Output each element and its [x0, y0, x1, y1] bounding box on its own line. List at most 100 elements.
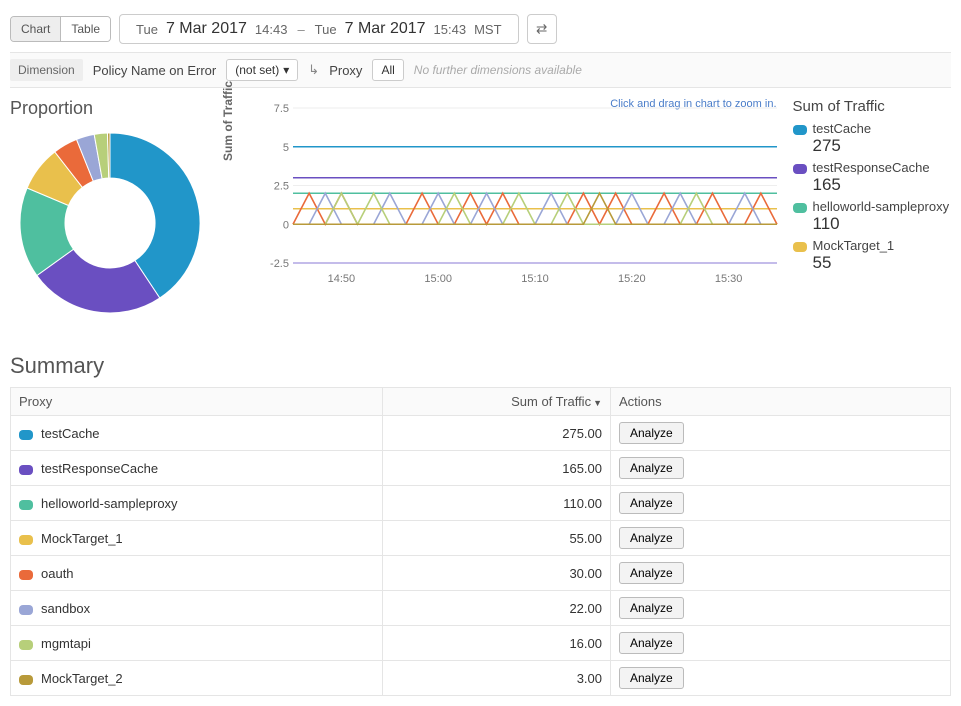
breadcrumb-proxy: Proxy	[329, 63, 362, 78]
x-tick: 14:50	[327, 273, 355, 285]
summary-table: Proxy Sum of Traffic▼ Actions testCache 2…	[10, 387, 951, 696]
table-row: testResponseCache 165.00 Analyze	[11, 451, 951, 486]
dimension-name: Policy Name on Error	[93, 63, 217, 78]
legend-value: 55	[813, 253, 951, 273]
from-time: 14:43	[255, 22, 288, 37]
view-table-button[interactable]: Table	[60, 17, 110, 41]
analyze-button[interactable]: Analyze	[619, 422, 684, 444]
dimension-hint: No further dimensions available	[414, 63, 582, 77]
date-range-picker[interactable]: Tue 7 Mar 2017 14:43 – Tue 7 Mar 2017 15…	[119, 14, 519, 44]
caret-down-icon: ▾	[283, 63, 289, 77]
y-tick: 7.5	[273, 103, 288, 115]
x-tick: 15:20	[618, 273, 646, 285]
y-axis-label: Sum of Traffic	[221, 81, 235, 161]
from-day: Tue	[136, 22, 158, 37]
legend-swatch	[793, 242, 807, 252]
col-proxy[interactable]: Proxy	[11, 388, 383, 416]
analyze-button[interactable]: Analyze	[619, 492, 684, 514]
traffic-value: 3.00	[382, 661, 610, 696]
line-chart-panel: Click and drag in chart to zoom in. Sum …	[223, 98, 783, 288]
charts-row: Proportion Click and drag in chart to zo…	[10, 98, 951, 323]
traffic-value: 165.00	[382, 451, 610, 486]
x-tick: 15:30	[714, 273, 742, 285]
view-toggle: Chart Table	[10, 16, 111, 42]
legend-value: 110	[813, 214, 951, 234]
traffic-value: 16.00	[382, 626, 610, 661]
table-row: testCache 275.00 Analyze	[11, 416, 951, 451]
to-time: 15:43	[434, 22, 467, 37]
refresh-icon: ⇄	[536, 21, 547, 37]
proxy-name: testCache	[41, 426, 100, 441]
col-traffic[interactable]: Sum of Traffic▼	[382, 388, 610, 416]
legend-name: testCache	[813, 121, 872, 136]
table-row: MockTarget_1 55.00 Analyze	[11, 521, 951, 556]
table-row: MockTarget_2 3.00 Analyze	[11, 661, 951, 696]
legend-name: testResponseCache	[813, 160, 930, 175]
dimension-value-dropdown[interactable]: (not set) ▾	[226, 59, 298, 81]
y-tick: 2.5	[273, 181, 288, 193]
legend-swatch	[793, 203, 807, 213]
proxy-name: MockTarget_1	[41, 531, 123, 546]
proxy-name: helloworld-sampleproxy	[41, 496, 178, 511]
row-swatch	[19, 640, 33, 650]
summary-header-row: Proxy Sum of Traffic▼ Actions	[11, 388, 951, 416]
traffic-line-chart[interactable]: -2.502.557.514:5015:0015:1015:2015:30	[263, 98, 783, 288]
proxy-name: mgmtapi	[41, 636, 91, 651]
breadcrumb-arrow-icon: ↳	[308, 62, 319, 78]
proportion-title: Proportion	[10, 98, 213, 119]
to-day: Tue	[315, 22, 337, 37]
view-chart-button[interactable]: Chart	[11, 17, 60, 41]
traffic-value: 55.00	[382, 521, 610, 556]
legend-item[interactable]: helloworld-sampleproxy	[793, 199, 951, 214]
proxy-name: oauth	[41, 566, 74, 581]
row-swatch	[19, 500, 33, 510]
dimension-bar: Dimension Policy Name on Error (not set)…	[10, 52, 951, 88]
legend-swatch	[793, 125, 807, 135]
y-tick: -2.5	[270, 258, 289, 270]
dimension-label: Dimension	[10, 59, 83, 81]
row-swatch	[19, 605, 33, 615]
proxy-name: testResponseCache	[41, 461, 158, 476]
sort-desc-icon: ▼	[593, 398, 602, 408]
legend-value: 165	[813, 175, 951, 195]
analyze-button[interactable]: Analyze	[619, 562, 684, 584]
range-separator: –	[297, 22, 304, 37]
traffic-value: 22.00	[382, 591, 610, 626]
traffic-value: 30.00	[382, 556, 610, 591]
from-date: 7 Mar 2017	[166, 20, 247, 38]
proportion-donut-chart[interactable]	[10, 123, 210, 323]
y-tick: 5	[282, 142, 288, 154]
legend-name: MockTarget_1	[813, 238, 895, 253]
all-pill[interactable]: All	[372, 59, 403, 81]
traffic-value: 110.00	[382, 486, 610, 521]
analyze-button[interactable]: Analyze	[619, 457, 684, 479]
legend-item[interactable]: testCache	[793, 121, 951, 136]
refresh-button[interactable]: ⇄	[527, 14, 557, 44]
to-date: 7 Mar 2017	[345, 20, 426, 38]
col-actions: Actions	[611, 388, 951, 416]
table-row: helloworld-sampleproxy 110.00 Analyze	[11, 486, 951, 521]
legend-name: helloworld-sampleproxy	[813, 199, 950, 214]
proxy-name: sandbox	[41, 601, 90, 616]
table-row: oauth 30.00 Analyze	[11, 556, 951, 591]
x-tick: 15:10	[521, 273, 549, 285]
analyze-button[interactable]: Analyze	[619, 667, 684, 689]
legend-item[interactable]: testResponseCache	[793, 160, 951, 175]
row-swatch	[19, 430, 33, 440]
table-row: sandbox 22.00 Analyze	[11, 591, 951, 626]
analyze-button[interactable]: Analyze	[619, 632, 684, 654]
summary-heading: Summary	[10, 353, 951, 379]
row-swatch	[19, 675, 33, 685]
analyze-button[interactable]: Analyze	[619, 597, 684, 619]
x-tick: 15:00	[424, 273, 452, 285]
legend-panel: Sum of Traffic testCache275testResponseC…	[793, 98, 951, 277]
traffic-value: 275.00	[382, 416, 610, 451]
top-toolbar: Chart Table Tue 7 Mar 2017 14:43 – Tue 7…	[10, 10, 951, 52]
row-swatch	[19, 570, 33, 580]
proxy-name: MockTarget_2	[41, 671, 123, 686]
proportion-panel: Proportion	[10, 98, 213, 323]
legend-swatch	[793, 164, 807, 174]
legend-item[interactable]: MockTarget_1	[793, 238, 951, 253]
table-row: mgmtapi 16.00 Analyze	[11, 626, 951, 661]
analyze-button[interactable]: Analyze	[619, 527, 684, 549]
